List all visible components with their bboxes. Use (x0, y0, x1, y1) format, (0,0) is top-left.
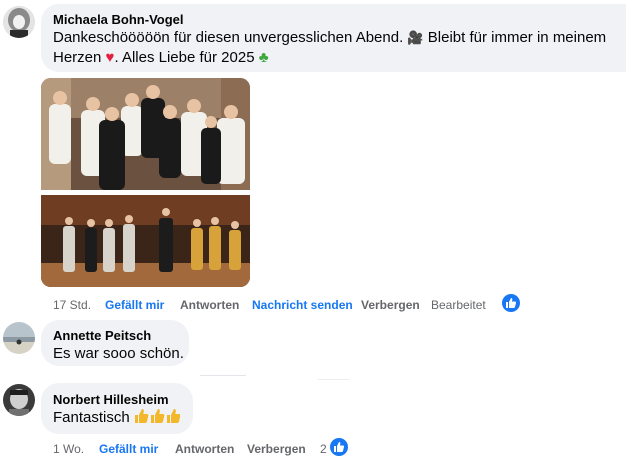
avatar-norbert-image (3, 384, 35, 416)
comment-text-part: Herzen (53, 49, 102, 66)
comment-text: Dankeschööööön für diesen unvergessliche… (53, 28, 623, 68)
comment-photo[interactable] (41, 78, 250, 287)
comment-text: Fantastisch (53, 408, 181, 428)
avatar-norbert[interactable] (3, 384, 35, 416)
thumbs-up-icons (134, 409, 181, 426)
comment-text-part: Fantastisch (53, 409, 130, 426)
comment-text-part: . Alles Liebe für 2025 (114, 49, 255, 66)
like-icon[interactable] (330, 438, 348, 456)
avatar-michaela[interactable] (3, 6, 35, 38)
hide-button[interactable]: Verbergen (247, 442, 306, 456)
reply-button[interactable]: Antworten (180, 298, 239, 312)
comment-bubble-norbert: Norbert Hillesheim Fantastisch (41, 383, 193, 434)
like-button[interactable]: Gefällt mir (105, 298, 164, 312)
camera-icon: 🎥 (407, 30, 424, 45)
hide-button[interactable]: Verbergen (361, 298, 420, 312)
comment-text-part: Dankeschööööön für diesen unvergessliche… (53, 29, 404, 46)
edited-label: Bearbeitet (431, 298, 486, 312)
comment-author[interactable]: Michaela Bohn-Vogel (53, 12, 184, 27)
avatar-michaela-image (3, 6, 35, 38)
thread-connector (318, 379, 350, 380)
avatar-annette[interactable] (3, 322, 35, 354)
comment-author[interactable]: Norbert Hillesheim (53, 392, 169, 407)
band-photo-collage (41, 78, 250, 287)
reaction-count[interactable]: 2 (320, 442, 327, 456)
reply-button[interactable]: Antworten (175, 442, 234, 456)
comment-actions-norbert: 1 Wo. Gefällt mir Antworten Verbergen 2 (53, 442, 353, 458)
clover-icon: ♣ (258, 49, 269, 66)
thread-connector (200, 375, 246, 376)
comment-actions-michaela: 17 Std. Gefällt mir Antworten Nachricht … (53, 298, 573, 316)
comment-bubble-annette: Annette Peitsch Es war sooo schön. (41, 320, 189, 366)
comment-text-part: Bleibt für immer in meinem (427, 29, 607, 46)
comment-text: Es war sooo schön. (53, 345, 184, 362)
comment-bubble-michaela: Michaela Bohn-Vogel Dankeschööööön für d… (41, 4, 626, 72)
comment-author[interactable]: Annette Peitsch (53, 328, 151, 343)
send-message-button[interactable]: Nachricht senden (252, 298, 353, 312)
like-button[interactable]: Gefällt mir (99, 442, 158, 456)
avatar-annette-image (3, 322, 35, 354)
comment-timestamp[interactable]: 17 Std. (53, 298, 91, 312)
like-icon[interactable] (502, 294, 520, 312)
comment-timestamp[interactable]: 1 Wo. (53, 442, 84, 456)
